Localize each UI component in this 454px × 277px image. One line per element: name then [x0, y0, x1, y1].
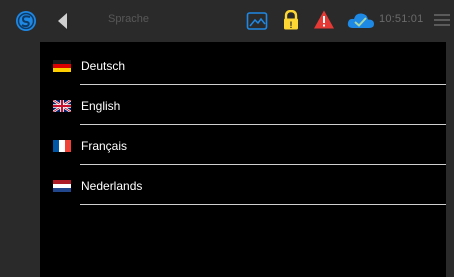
svg-text:!: !	[290, 20, 293, 30]
flag-de-icon	[53, 60, 71, 72]
app-logo-icon[interactable]	[12, 8, 40, 34]
lock-icon[interactable]: !	[282, 10, 300, 31]
language-item-english[interactable]: English	[40, 82, 446, 122]
page-title: Sprache	[108, 13, 149, 25]
cloud-icon[interactable]	[346, 10, 376, 31]
time-display: 10:51:01	[379, 13, 424, 25]
flag-fr-icon	[53, 140, 71, 152]
language-label: Français	[81, 139, 128, 153]
language-list: Deutsch English Français Nederlands	[40, 42, 446, 277]
hamburger-menu-icon[interactable]	[433, 12, 451, 28]
language-item-francais[interactable]: Français	[40, 122, 446, 162]
image-icon[interactable]	[246, 11, 268, 31]
left-sidebar	[0, 42, 40, 277]
right-edge-bar	[446, 42, 454, 277]
divider	[80, 204, 446, 205]
language-label: Deutsch	[81, 59, 126, 73]
warning-icon[interactable]	[313, 9, 335, 30]
flag-uk-icon	[53, 100, 71, 112]
language-item-nederlands[interactable]: Nederlands	[40, 162, 446, 202]
flag-nl-icon	[53, 180, 71, 192]
language-item-deutsch[interactable]: Deutsch	[40, 42, 446, 82]
language-label: English	[81, 99, 121, 113]
back-arrow-icon[interactable]	[54, 11, 72, 31]
top-bar: Sprache ! 10:51:01	[0, 0, 454, 42]
language-label: Nederlands	[81, 179, 143, 193]
